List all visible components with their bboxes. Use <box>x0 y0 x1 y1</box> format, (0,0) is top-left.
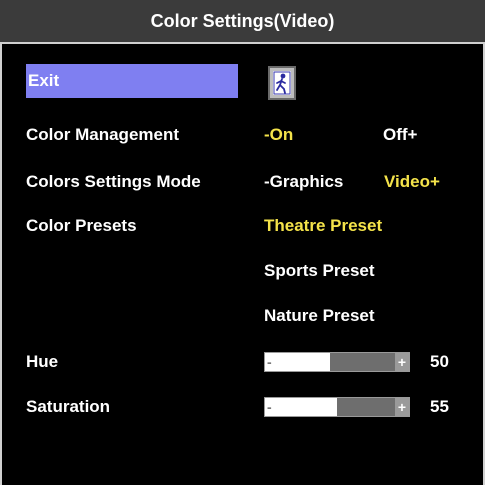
hue-plus-icon: + <box>395 353 409 371</box>
hue-label: Hue <box>26 352 59 371</box>
mode-video-option[interactable]: Video+ <box>384 172 440 192</box>
hue-slider-track <box>330 353 395 371</box>
preset-theatre-option[interactable]: Theatre Preset <box>264 216 382 236</box>
exit-label: Exit <box>28 71 60 90</box>
saturation-value: 55 <box>430 397 449 416</box>
colors-settings-mode-label: Colors Settings Mode <box>26 172 201 191</box>
preset-nature-option[interactable]: Nature Preset <box>264 306 375 326</box>
color-management-label: Color Management <box>26 125 180 144</box>
menu-title: Color Settings(Video) <box>0 0 485 44</box>
saturation-minus-icon: - <box>267 399 272 415</box>
color-management-off-option[interactable]: Off+ <box>383 125 417 145</box>
hue-slider[interactable]: - + <box>264 352 410 372</box>
preset-sports-option[interactable]: Sports Preset <box>264 261 375 281</box>
frame-left-border <box>0 44 2 485</box>
exit-menu-item[interactable]: Exit <box>26 64 238 98</box>
color-presets-label: Color Presets <box>26 216 137 235</box>
color-management-on-option[interactable]: -On <box>264 125 293 145</box>
hue-minus-icon: - <box>267 354 272 370</box>
saturation-slider-track <box>337 398 395 416</box>
saturation-label: Saturation <box>26 397 111 416</box>
hue-value: 50 <box>430 352 449 371</box>
saturation-plus-icon: + <box>395 398 409 416</box>
exit-figure-icon[interactable] <box>268 66 296 100</box>
mode-graphics-option[interactable]: -Graphics <box>264 172 343 192</box>
saturation-slider[interactable]: - + <box>264 397 410 417</box>
osd-menu: Color Settings(Video) Exit Color Managem… <box>0 0 485 485</box>
